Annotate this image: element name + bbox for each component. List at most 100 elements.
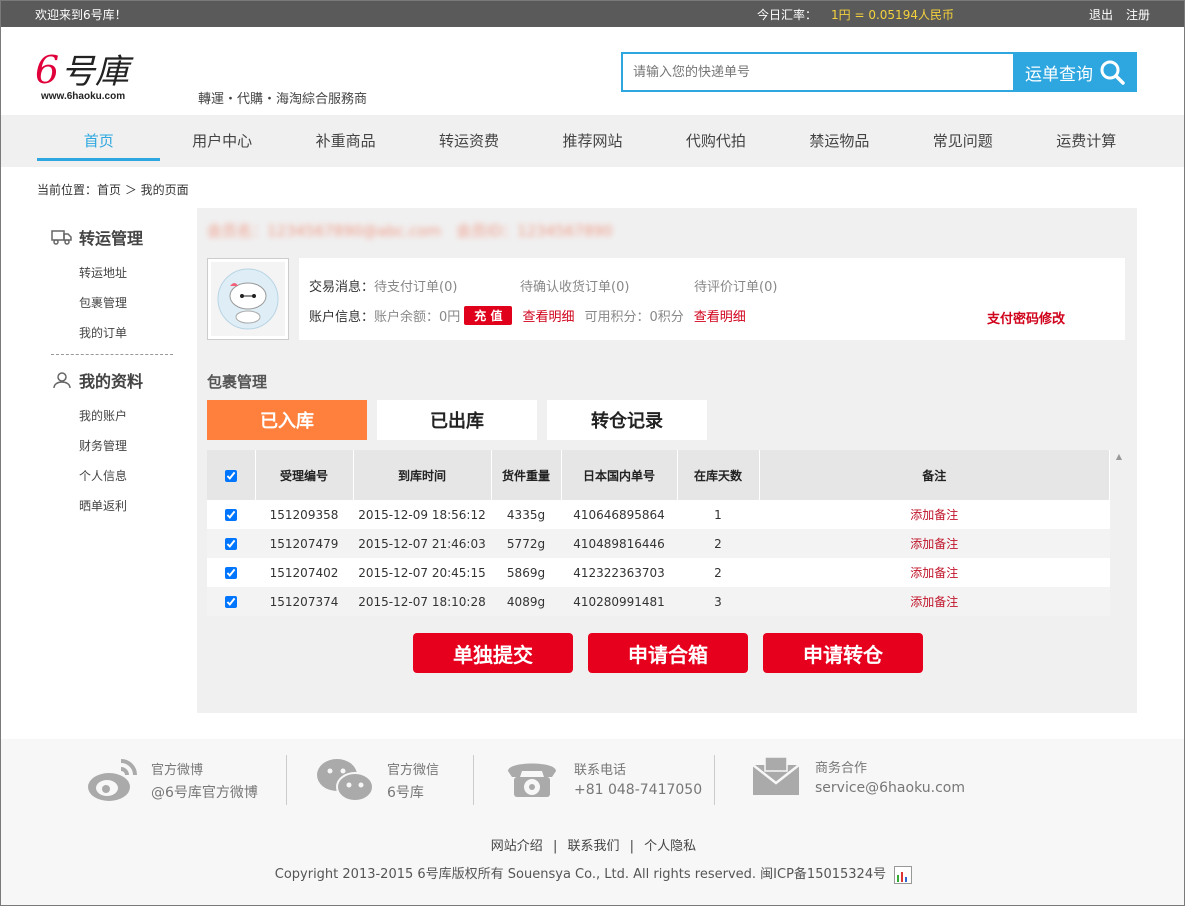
cell-weight: 5869g (491, 558, 561, 587)
footer-divider (473, 755, 474, 805)
footer-business[interactable]: 商务合作 service@6haoku.com (751, 755, 965, 797)
business-email: service@6haoku.com (815, 779, 965, 796)
tab-in-stock[interactable]: 已入库 (207, 400, 367, 440)
row-check-cell (207, 500, 255, 529)
nav-item-shipping-rates[interactable]: 转运资费 (407, 115, 530, 167)
table-row: 151207374 2015-12-07 18:10:28 4089g 4102… (207, 587, 1110, 616)
pay-password-link[interactable]: 支付密码修改 (987, 308, 1065, 327)
sidebar-item-personal-info[interactable]: 个人信息 (37, 461, 187, 491)
row-checkbox[interactable] (225, 538, 237, 550)
sidebar-item-packages[interactable]: 包裹管理 (37, 288, 187, 318)
weibo-icon (88, 759, 137, 801)
balance-text: 账户余额：0円 (374, 310, 461, 325)
tab-transfer-records[interactable]: 转仓记录 (547, 400, 707, 440)
add-note-link[interactable]: 添加备注 (759, 529, 1110, 558)
col-header: 受理编号 (255, 450, 354, 500)
cell-jp-no: 410646895864 (561, 500, 677, 529)
scroll-up-arrow-icon[interactable]: ▲ (1114, 452, 1124, 462)
nav-item-proxy-buy[interactable]: 代购代拍 (654, 115, 777, 167)
submit-single-button[interactable]: 单独提交 (413, 633, 573, 673)
balance-detail-link[interactable]: 查看明细 (522, 306, 574, 325)
package-table: 受理编号 到库时间 货件重量 日本国内单号 在库天数 备注 151209358 … (207, 450, 1110, 616)
footer-weibo[interactable]: 官方微博 @6号库官方微博 (85, 755, 258, 805)
row-checkbox[interactable] (225, 509, 237, 521)
select-all-cell (207, 450, 256, 500)
sidebar-item-account[interactable]: 我的账户 (37, 401, 187, 431)
nav-item-recommended-sites[interactable]: 推荐网站 (531, 115, 654, 167)
merge-boxes-button[interactable]: 申请合箱 (588, 633, 748, 673)
table-row: 151207479 2015-12-07 21:46:03 5772g 4104… (207, 529, 1110, 558)
nav-item-user-center[interactable]: 用户中心 (160, 115, 283, 167)
sidebar-group-profile: 我的资料 (37, 365, 187, 395)
add-note-link[interactable]: 添加备注 (759, 500, 1110, 529)
footer-link-contact[interactable]: 联系我们 (567, 839, 619, 854)
sidebar-item-address[interactable]: 转运地址 (37, 258, 187, 288)
cell-time: 2015-12-07 21:46:03 (353, 529, 491, 558)
nav-item-home[interactable]: 首页 (37, 115, 161, 167)
recharge-button[interactable]: 充 值 (464, 306, 513, 325)
cnzz-stats-icon[interactable] (894, 865, 913, 884)
row-checkbox[interactable] (225, 596, 237, 608)
tab-shipped[interactable]: 已出库 (377, 400, 537, 440)
cell-weight: 5772g (491, 529, 561, 558)
cell-time: 2015-12-09 18:56:12 (353, 500, 491, 529)
footer-wechat[interactable]: 官方微信 6号库 (315, 755, 439, 805)
add-note-link[interactable]: 添加备注 (759, 558, 1110, 587)
masked-user-info: 会员名：1234567890@abc.com 会员ID：1234567890 (207, 222, 613, 240)
wechat-title: 官方微信 (387, 762, 440, 778)
nav-item-faq[interactable]: 常见问题 (901, 115, 1024, 167)
cell-jp-no: 410280991481 (561, 587, 677, 616)
footer-link-privacy[interactable]: 个人隐私 (644, 839, 696, 854)
header: 6 号庫 www.6haoku.com 轉運・代購・海淘綜合服務商 运单查询 (1, 27, 1184, 115)
sidebar-group-shipping: 转运管理 (37, 222, 187, 252)
table-row: 151209358 2015-12-09 18:56:12 4335g 4106… (207, 500, 1110, 529)
sidebar-item-orders[interactable]: 我的订单 (37, 318, 187, 348)
sidebar-item-rebate[interactable]: 晒单返利 (37, 491, 187, 521)
nav-item-reweigh[interactable]: 补重商品 (284, 115, 407, 167)
avatar (207, 258, 289, 340)
trade-messages: 交易消息： 待支付订单(0) 待确认收货订单(0) 待评价订单(0) (309, 276, 777, 295)
business-title: 商务合作 (815, 760, 868, 776)
nav-item-freight-calc[interactable]: 运费计算 (1025, 115, 1148, 167)
logout-link[interactable]: 退出 (1089, 6, 1113, 23)
pending-review-link[interactable]: 待评价订单(0) (694, 276, 777, 295)
top-bar: 欢迎来到6号库！ 今日汇率： 1円 = 0.05194人民币 退出 注册 (1, 1, 1184, 27)
logo-url: www.6haoku.com (41, 91, 126, 102)
footer: 官方微博 @6号库官方微博 官方微信 6号库 联系电话 +81 048-7417… (1, 739, 1184, 905)
col-header: 在库天数 (677, 450, 760, 500)
tracking-search: 运单查询 (621, 52, 1137, 92)
cell-days: 2 (677, 529, 759, 558)
col-header: 备注 (759, 450, 1110, 500)
breadcrumb: 当前位置：首页 ＞ 我的页面 (37, 183, 189, 197)
site-logo[interactable]: 6 号庫 www.6haoku.com (35, 35, 165, 115)
cell-days: 3 (677, 587, 759, 616)
pending-pay-link[interactable]: 待支付订单(0) (374, 276, 520, 295)
search-button-label: 运单查询 (1025, 64, 1093, 85)
cell-jp-no: 412322363703 (561, 558, 677, 587)
row-check-cell (207, 558, 255, 587)
register-link[interactable]: 注册 (1126, 6, 1150, 23)
col-header: 日本国内单号 (561, 450, 678, 500)
sidebar-item-finance[interactable]: 财务管理 (37, 431, 187, 461)
transfer-warehouse-button[interactable]: 申请转仓 (763, 633, 923, 673)
cell-time: 2015-12-07 20:45:15 (353, 558, 491, 587)
table-row: 151207402 2015-12-07 20:45:15 5869g 4123… (207, 558, 1110, 587)
tracking-search-button[interactable]: 运单查询 (1013, 52, 1137, 92)
add-note-link[interactable]: 添加备注 (759, 587, 1110, 616)
truck-icon (51, 230, 72, 245)
cell-weight: 4335g (491, 500, 561, 529)
select-all-checkbox[interactable] (224, 469, 237, 482)
footer-link-separator: | (552, 839, 558, 854)
col-header: 到库时间 (353, 450, 492, 500)
points-detail-link[interactable]: 查看明细 (694, 306, 746, 325)
nav-item-prohibited[interactable]: 禁运物品 (778, 115, 901, 167)
sidebar: 转运管理 转运地址 包裹管理 我的订单 我的资料 我的账户 财务管理 个人信息 … (37, 208, 187, 548)
pending-confirm-link[interactable]: 待确认收货订单(0) (520, 276, 694, 295)
cell-id: 151207479 (255, 529, 353, 558)
tracking-search-input[interactable] (621, 52, 1013, 92)
footer-phone[interactable]: 联系电话 +81 048-7417050 (504, 755, 702, 801)
package-actions: 单独提交 申请合箱 申请转仓 (413, 633, 923, 673)
points-text: 可用积分：0积分 (584, 310, 684, 325)
row-checkbox[interactable] (225, 567, 237, 579)
footer-link-about[interactable]: 网站介绍 (491, 839, 543, 854)
